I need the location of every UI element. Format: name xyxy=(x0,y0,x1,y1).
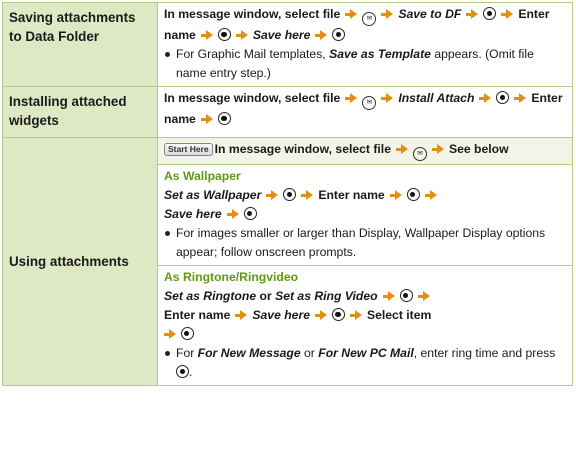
start-here-badge: Start Here xyxy=(164,143,213,156)
center-key-icon xyxy=(332,28,346,41)
right-arrow-icon xyxy=(235,30,248,40)
center-key-icon xyxy=(180,327,194,340)
right-arrow-icon xyxy=(431,144,444,154)
right-arrow-icon xyxy=(266,190,279,200)
right-arrow-icon xyxy=(395,144,408,154)
mail-menu-key-icon: ✉ xyxy=(362,12,377,26)
note-bullet: For images smaller or larger than Displa… xyxy=(164,224,566,262)
reference-table: Saving attachments to Data Folder In mes… xyxy=(2,2,573,386)
center-key-icon xyxy=(331,308,345,321)
menu-option: Save to DF xyxy=(398,7,462,21)
right-arrow-icon xyxy=(514,93,527,103)
right-arrow-icon xyxy=(301,190,314,200)
center-key-icon xyxy=(406,188,420,201)
table-row: Installing attached widgets In message w… xyxy=(2,86,573,138)
right-arrow-icon xyxy=(479,93,492,103)
menu-option: Save here xyxy=(252,28,311,42)
right-arrow-icon xyxy=(349,310,362,320)
row-label-saving: Saving attachments to Data Folder xyxy=(2,2,158,87)
right-arrow-icon xyxy=(200,114,213,124)
intro-steps: Start Here In message window, select file… xyxy=(158,138,572,164)
right-arrow-icon xyxy=(226,209,239,219)
row-content-installing: In message window, select file ✉ Install A… xyxy=(157,86,573,138)
section-heading: As Ringtone/Ringvideo xyxy=(164,270,299,284)
right-arrow-icon xyxy=(389,190,402,200)
right-arrow-icon xyxy=(163,329,176,339)
right-arrow-icon xyxy=(466,9,479,19)
right-arrow-icon xyxy=(381,93,394,103)
right-arrow-icon xyxy=(381,9,394,19)
center-key-icon xyxy=(243,207,257,220)
center-key-icon xyxy=(217,112,231,125)
right-arrow-icon xyxy=(235,310,248,320)
right-arrow-icon xyxy=(417,291,430,301)
row-label-installing: Installing attached widgets xyxy=(2,86,158,138)
right-arrow-icon xyxy=(424,190,437,200)
center-key-icon xyxy=(399,289,413,302)
row-content-saving: In message window, select file ✉ Save to D… xyxy=(157,2,573,87)
note-bullet: For For New Message or For New PC Mail, … xyxy=(164,344,566,382)
wallpaper-section: As Wallpaper Set as Wallpaper Enter name S… xyxy=(158,164,572,265)
ringtone-section: As Ringtone/Ringvideo Set as Ringtone or… xyxy=(158,265,572,385)
center-key-icon xyxy=(483,7,497,20)
right-arrow-icon xyxy=(345,9,358,19)
center-key-icon xyxy=(283,188,297,201)
right-arrow-icon xyxy=(315,30,328,40)
mail-menu-key-icon: ✉ xyxy=(362,96,377,110)
table-row: Saving attachments to Data Folder In mes… xyxy=(2,2,573,87)
center-key-icon xyxy=(496,91,510,104)
right-arrow-icon xyxy=(501,9,514,19)
mail-menu-key-icon: ✉ xyxy=(412,147,427,161)
row-content-using: Start Here In message window, select file… xyxy=(157,137,573,386)
right-arrow-icon xyxy=(314,310,327,320)
center-key-icon xyxy=(176,365,189,378)
step-text: In message window, select file xyxy=(164,7,341,21)
note-bullet: For Graphic Mail templates, Save as Temp… xyxy=(164,45,566,83)
center-key-icon xyxy=(217,28,231,41)
section-heading: As Wallpaper xyxy=(164,169,241,183)
right-arrow-icon xyxy=(345,93,358,103)
table-row: Using attachments Start Here In message w… xyxy=(2,137,573,386)
right-arrow-icon xyxy=(200,30,213,40)
right-arrow-icon xyxy=(382,291,395,301)
row-label-using: Using attachments xyxy=(2,137,158,386)
